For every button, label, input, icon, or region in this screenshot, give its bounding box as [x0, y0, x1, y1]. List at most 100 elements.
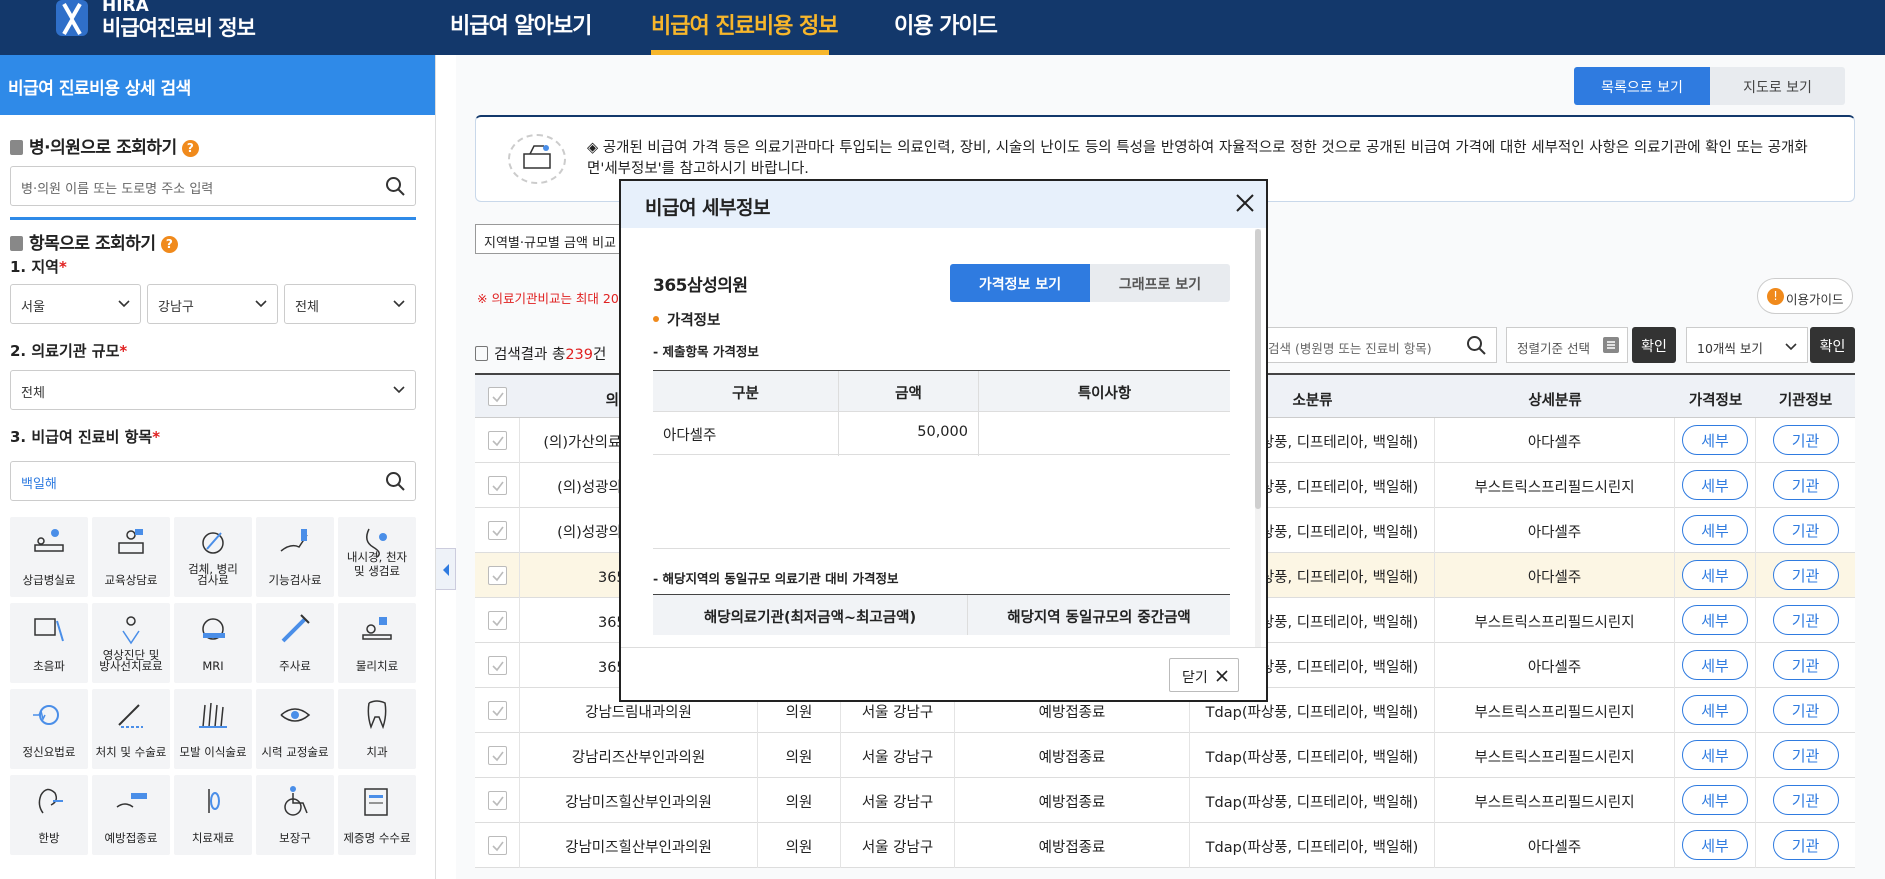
row-checkbox[interactable] — [488, 566, 507, 585]
category-certificate[interactable]: 제증명 수수료 — [338, 775, 416, 855]
map-view-button[interactable]: 지도로 보기 — [1710, 67, 1845, 105]
page-size-select[interactable]: 10개씩 보기 — [1686, 327, 1808, 363]
category-device[interactable]: 보장구 — [256, 775, 334, 855]
detail-button[interactable]: 세부 — [1682, 470, 1748, 500]
usage-guide-button[interactable]: ! 이용가이드 — [1757, 278, 1853, 314]
sort-select[interactable]: 정렬기준 선택 — [1506, 327, 1628, 363]
detail-button[interactable]: 세부 — [1682, 830, 1748, 860]
region-label: 1. 지역* — [10, 258, 67, 276]
cell-item-name: 아다셀주 — [653, 412, 839, 456]
detail-button[interactable]: 세부 — [1682, 785, 1748, 815]
table-row[interactable]: 강남미즈힐산부인과의원 의원 서울 강남구 예방접종료 Tdap(파상풍, 디프테리아,… — [475, 778, 1855, 823]
category-ultrasound[interactable]: 초음파 — [10, 603, 88, 683]
scale-select[interactable]: 전체 — [10, 370, 416, 410]
region-city-select[interactable]: 서울 — [10, 284, 141, 324]
vaccine-icon — [116, 793, 147, 808]
sort-confirm-button[interactable]: 확인 — [1632, 327, 1676, 363]
detail-button[interactable]: 세부 — [1682, 560, 1748, 590]
institution-button[interactable]: 기관 — [1772, 425, 1839, 455]
list-view-button[interactable]: 목록으로 보기 — [1574, 67, 1710, 105]
nav-cost-info[interactable]: 비급여 진료비용 정보 — [651, 8, 838, 40]
institution-button[interactable]: 기관 — [1772, 470, 1839, 500]
row-checkbox[interactable] — [488, 701, 507, 720]
institution-button[interactable]: 기관 — [1772, 740, 1839, 770]
institution-button[interactable]: 기관 — [1772, 515, 1839, 545]
nav-guide[interactable]: 이용 가이드 — [894, 8, 998, 40]
detail-button[interactable]: 세부 — [1682, 425, 1748, 455]
detail-button[interactable]: 세부 — [1682, 740, 1748, 770]
row-checkbox[interactable] — [488, 431, 507, 450]
row-checkbox[interactable] — [488, 611, 507, 630]
search-icon[interactable] — [385, 176, 405, 196]
brain-icon — [33, 705, 59, 725]
select-all-checkbox[interactable] — [488, 387, 507, 406]
category-injection[interactable]: 주사료 — [256, 603, 334, 683]
table-cell: 아다셀주 — [1435, 823, 1675, 868]
region-dong-select[interactable]: 전체 — [284, 284, 416, 324]
institution-button[interactable]: 기관 — [1772, 830, 1839, 860]
col-category: 구분 — [653, 371, 839, 411]
table-search-input[interactable]: 검색 (병원명 또는 진료비 항목) — [1257, 327, 1497, 363]
category-endoscopy[interactable]: 내시경, 천자 및 생검료 — [338, 517, 416, 597]
institution-button[interactable]: 기관 — [1772, 560, 1839, 590]
chevron-down-icon — [393, 386, 405, 394]
category-psych[interactable]: 정신요법료 — [10, 689, 88, 769]
submitted-price-table: 구분 금액 특이사항 아다셀주 50,000 — [653, 370, 1230, 456]
category-counsel[interactable]: 교육상담료 — [92, 517, 170, 597]
institution-button[interactable]: 기관 — [1772, 605, 1839, 635]
category-dental[interactable]: 치과 — [338, 689, 416, 769]
detail-button[interactable]: 세부 — [1682, 650, 1748, 680]
modal-scrollbar[interactable] — [1255, 229, 1261, 647]
table-row[interactable]: 강남리즈산부인과의원 의원 서울 강남구 예방접종료 Tdap(파상풍, 디프테리아, … — [475, 733, 1855, 778]
category-mri[interactable]: MRI — [174, 603, 252, 683]
row-checkbox[interactable] — [488, 836, 507, 855]
category-function[interactable]: 기능검사료 — [256, 517, 334, 597]
page-size-confirm-button[interactable]: 확인 — [1810, 327, 1855, 363]
row-checkbox[interactable] — [488, 656, 507, 675]
category-oriental[interactable]: 한방 — [10, 775, 88, 855]
institution-button[interactable]: 기관 — [1772, 785, 1839, 815]
row-checkbox[interactable] — [488, 746, 507, 765]
table-cell: 서울 강남구 — [841, 823, 955, 868]
logo-site-name[interactable]: 비급여진료비 정보 — [102, 12, 256, 42]
search-icon[interactable] — [1466, 335, 1486, 355]
col-hospital-range: 해당의료기관(최저금액~최고금액) — [653, 595, 968, 635]
close-icon[interactable] — [1234, 192, 1256, 214]
institution-button[interactable]: 기관 — [1772, 650, 1839, 680]
search-icon[interactable] — [385, 471, 405, 491]
category-specimen[interactable]: 검체, 병리 검사료 — [174, 517, 252, 597]
detail-button[interactable]: 세부 — [1682, 695, 1748, 725]
category-physio[interactable]: 물리치료 — [338, 603, 416, 683]
table-row[interactable]: 강남미즈힐산부인과의원 의원 서울 강남구 예방접종료 Tdap(파상풍, 디프테리아,… — [475, 823, 1855, 868]
chevron-left-icon — [443, 564, 449, 576]
physio-icon — [362, 617, 392, 640]
help-icon[interactable]: ? — [181, 140, 199, 157]
hospital-search-title: 병·의원으로 조회하기? — [10, 133, 199, 158]
tab-graph[interactable]: 그래프로 보기 — [1090, 264, 1230, 302]
sidebar-collapse-button[interactable] — [436, 548, 456, 590]
category-material[interactable]: 치료재료 — [174, 775, 252, 855]
tab-price-info[interactable]: 가격정보 보기 — [950, 264, 1090, 302]
detail-button[interactable]: 세부 — [1682, 515, 1748, 545]
modal-close-button[interactable]: 닫기 — [1169, 658, 1239, 692]
category-vision[interactable]: 시력 교정술료 — [256, 689, 334, 769]
category-vaccine[interactable]: 예방접종료 — [92, 775, 170, 855]
item-search-input[interactable]: 백일해 — [10, 461, 416, 501]
category-hair[interactable]: 모발 이식술료 — [174, 689, 252, 769]
detail-button[interactable]: 세부 — [1682, 605, 1748, 635]
institution-button[interactable]: 기관 — [1772, 695, 1839, 725]
category-ward[interactable]: 상급병실료 — [10, 517, 88, 597]
hira-logo-icon[interactable] — [52, 0, 92, 40]
category-radiology[interactable]: 영상진단 및 방사선치료료 — [92, 603, 170, 683]
region-district-select[interactable]: 강남구 — [147, 284, 278, 324]
result-count: 검색결과 총239건 — [475, 343, 606, 364]
hospital-search-input[interactable]: 병·의원 이름 또는 도로명 주소 입력 — [10, 166, 416, 206]
region-compare-select[interactable]: 지역별·규모별 금액 비교 — [475, 224, 625, 254]
row-checkbox[interactable] — [488, 791, 507, 810]
row-checkbox[interactable] — [488, 476, 507, 495]
help-icon[interactable]: ? — [160, 236, 178, 253]
row-checkbox[interactable] — [488, 521, 507, 540]
category-surgery[interactable]: 처치 및 수술료 — [92, 689, 170, 769]
nav-learn[interactable]: 비급여 알아보기 — [450, 8, 592, 40]
bed-icon — [34, 529, 64, 552]
